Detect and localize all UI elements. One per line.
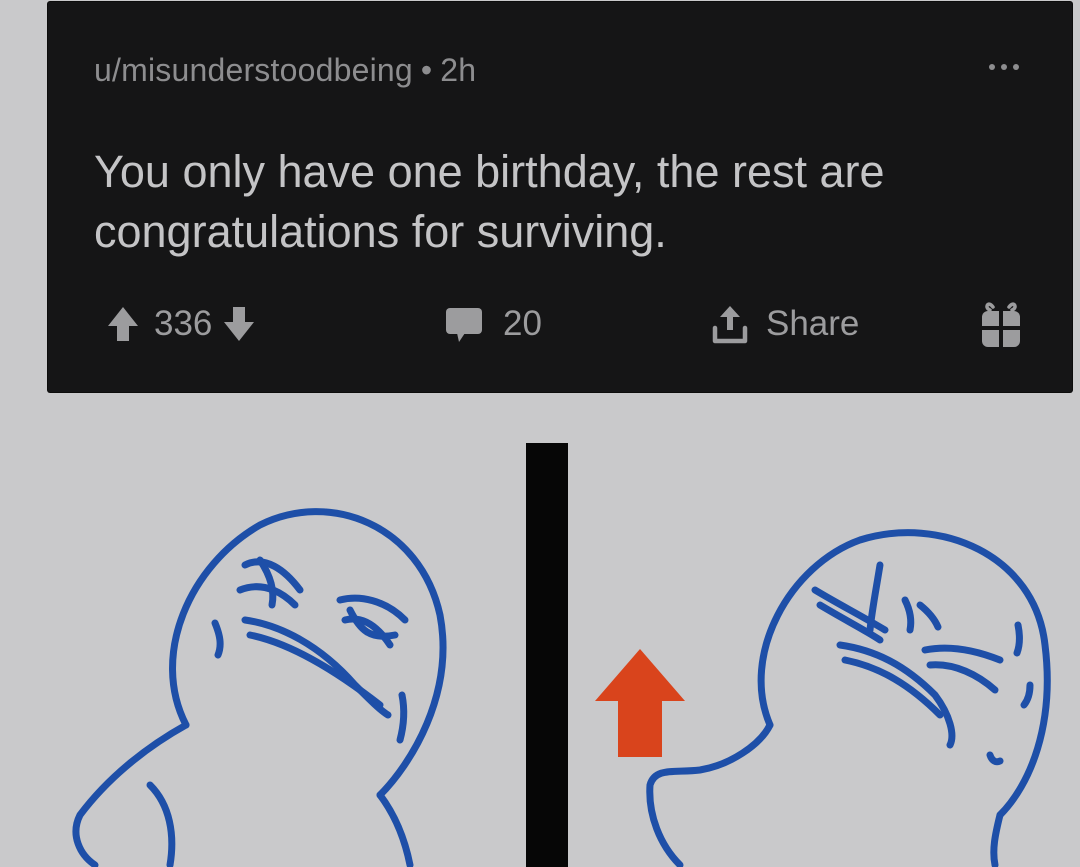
left-stick-figure xyxy=(72,508,447,867)
gift-award-icon xyxy=(982,302,1020,347)
more-horizontal-icon[interactable] xyxy=(984,57,1024,77)
comment-button[interactable]: 20 xyxy=(443,294,542,354)
vote-group: 336 xyxy=(106,294,256,354)
action-bar: 336 20 Share xyxy=(48,294,1072,354)
award-button[interactable] xyxy=(978,294,1024,354)
post-meta: u/misunderstoodbeing • 2h xyxy=(94,52,476,89)
upvote-arrow-icon[interactable] xyxy=(106,304,140,344)
downvote-arrow-icon[interactable] xyxy=(222,304,256,344)
upvote-count: 336 xyxy=(154,304,213,343)
comment-count: 20 xyxy=(503,304,542,343)
divider-bar xyxy=(526,443,568,867)
right-stick-figure xyxy=(646,529,1051,867)
post-card[interactable]: u/misunderstoodbeing • 2h You only have on… xyxy=(48,2,1072,392)
meta-separator: • xyxy=(420,52,433,88)
orange-upvote-arrow xyxy=(595,649,685,757)
post-username[interactable]: u/misunderstoodbeing xyxy=(94,52,413,88)
share-upload-icon xyxy=(712,306,748,344)
post-age: 2h xyxy=(440,52,477,88)
meme-comic-image xyxy=(72,443,1051,867)
share-button[interactable]: Share xyxy=(710,294,859,354)
comment-bubble-icon xyxy=(446,308,482,342)
post-title[interactable]: You only have one birthday, the rest are… xyxy=(94,142,994,262)
share-label: Share xyxy=(766,304,860,343)
